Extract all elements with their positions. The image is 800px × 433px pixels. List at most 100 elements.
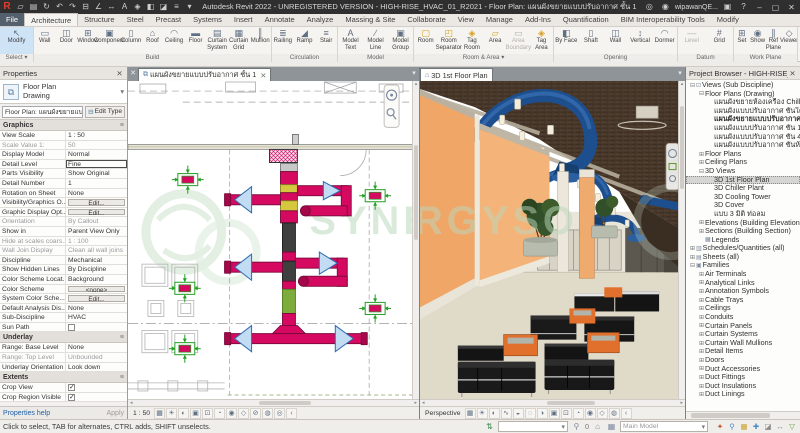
tree-item-cable-trays[interactable]: ⊞Cable Trays (686, 296, 800, 305)
default-3d-view-icon[interactable]: ◧ (144, 0, 157, 14)
threed-horizontal-scrollbar[interactable]: ◂▸ (420, 399, 685, 406)
view-type-combo[interactable]: Floor Plan: แผนผังขยายแบบปรับอากา ▾ (2, 106, 83, 118)
restore-button[interactable]: ▢ (769, 3, 782, 12)
wall-button[interactable]: ◫Wall (603, 27, 628, 54)
curtain-grid-button[interactable]: ▦Curtain Grid (228, 27, 250, 54)
tree-item-doors[interactable]: ⊞Doors (686, 356, 800, 365)
edit-type-button[interactable]: ⊟ Edit Type (85, 106, 125, 118)
tab-list-icon[interactable]: ▾ (675, 67, 685, 81)
tree-item-floor-plans-drawing[interactable]: ⊟Floor Plans (Drawing) (686, 90, 800, 99)
tree-item-sheets-all[interactable]: ⊞▤Sheets (all) (686, 253, 800, 262)
cart-icon[interactable]: ▣ (721, 0, 734, 14)
worksharing-display-icon[interactable]: ◍ (609, 408, 620, 419)
ribbon-tab-add-ins[interactable]: Add-Ins (519, 13, 557, 26)
design-options-grid-icon[interactable]: ▦ (606, 422, 617, 431)
tree-item-ceiling-plans[interactable]: ⊞Ceiling Plans (686, 158, 800, 167)
tree-item-duct-linings[interactable]: ⊞Duct Linings (686, 390, 800, 399)
mullion-button[interactable]: ║Mullion (249, 27, 271, 54)
section-collapse-icon[interactable]: ≡ (120, 374, 124, 381)
reveal-hidden-icon[interactable]: ◉ (585, 408, 596, 419)
aligned-dimension-icon[interactable]: ↔ (105, 0, 118, 14)
thin-lines-icon[interactable]: ≡ (170, 0, 183, 14)
tree-expander-icon[interactable]: ⊟ (698, 168, 705, 175)
apply-button[interactable]: Apply (106, 410, 124, 417)
properties-close-icon[interactable]: ✕ (115, 69, 124, 78)
ribbon-tab-steel[interactable]: Steel (121, 13, 150, 26)
room-separator-button[interactable]: ◰Room Separator (437, 27, 460, 54)
wall-button[interactable]: ▭Wall (34, 27, 56, 54)
tree-expander-icon[interactable]: ⊞ (698, 271, 705, 278)
railing-button[interactable]: ≣Railing (272, 27, 294, 54)
tag-area-button[interactable]: ◈Tag Area (530, 27, 553, 54)
show-button[interactable]: ◉Show (750, 27, 766, 54)
worksharing-request-icon[interactable]: ✦ (715, 422, 725, 431)
sketchy-lines-icon[interactable]: ∿ (501, 408, 512, 419)
crop-view-icon[interactable]: ▣ (190, 408, 201, 419)
show-crop-icon[interactable]: ⊡ (561, 408, 572, 419)
property-value[interactable]: Show Original (66, 169, 127, 178)
property-edit-button[interactable]: Edit... (68, 209, 125, 216)
property-edit-button[interactable]: Edit... (68, 295, 125, 302)
tree-item-1[interactable]: แผนผังแบบปรับอากาศ ชั้น 1 (686, 124, 800, 133)
properties-section-graphics[interactable]: Graphics≡ (0, 120, 127, 131)
temporary-hide-isolate-icon[interactable]: ◔ (214, 408, 225, 419)
tree-expander-icon[interactable]: ⊞ (689, 254, 696, 261)
tab-list-icon[interactable]: ▾ (409, 67, 419, 81)
open-icon[interactable]: ▱ (14, 0, 27, 14)
ribbon-tab-manage[interactable]: Manage (480, 13, 519, 26)
curtain-system-button[interactable]: ▤Curtain System (206, 27, 228, 54)
section-icon[interactable]: ◪ (157, 0, 170, 14)
property-edit-button[interactable]: Edit... (68, 199, 125, 206)
undo-icon[interactable]: ↶ (53, 0, 66, 14)
property-checkbox[interactable] (68, 324, 75, 331)
show-constraints-icon[interactable]: ⊘ (250, 408, 261, 419)
tree-expander-icon[interactable]: ⊞ (698, 348, 705, 355)
threed-view-tab[interactable]: ⌂ 3D 1st Floor Plan (420, 68, 493, 81)
minimize-button[interactable]: – (753, 3, 766, 12)
tree-item-3[interactable]: แบบ 3 มิติ ท่อลม (686, 210, 800, 219)
active-workset-combo[interactable]: ▾ (498, 421, 568, 432)
threed-canvas[interactable]: RGYSO ▴ (420, 81, 685, 399)
ribbon-tab-bim-interoperability-tools[interactable]: BIM Interoperability Tools (615, 13, 711, 26)
tree-item-curtain-systems[interactable]: ⊞Curtain Systems (686, 330, 800, 339)
tree-expander-icon[interactable]: ⊞ (698, 288, 705, 295)
tree-item-curtain-wall-mullions[interactable]: ⊞Curtain Wall Mullions (686, 339, 800, 348)
tree-expander-icon[interactable]: ⊞ (698, 322, 705, 329)
tree-expander-icon[interactable]: ⊞ (689, 245, 696, 252)
ribbon-tab-analyze[interactable]: Analyze (301, 13, 340, 26)
sun-path-icon[interactable]: ☀ (166, 408, 177, 419)
viewer-button[interactable]: ◇Viewer (781, 27, 797, 54)
tree-expander-icon[interactable]: ⊞ (698, 151, 705, 158)
component-button[interactable]: ▣Component (99, 27, 121, 54)
type-selector[interactable]: ⧉ Floor Plan Drawing ▾ (0, 80, 127, 104)
section-collapse-icon[interactable]: ≡ (120, 334, 124, 341)
property-value[interactable]: HVAC (66, 313, 127, 322)
dormer-button[interactable]: ◠Dormer (652, 27, 677, 54)
model-line-button[interactable]: ∕Model Line (363, 27, 388, 54)
browser-horizontal-scrollbar[interactable] (686, 411, 800, 419)
shaft-button[interactable]: ▯Shaft (579, 27, 604, 54)
tree-item-[interactable]: แผนผังแบบปรับอากาศ ชั้นใต้ดิน (686, 107, 800, 116)
property-value[interactable]: Mechanical (66, 256, 127, 265)
floor-button[interactable]: ▬Floor (185, 27, 207, 54)
close-button[interactable]: ✕ (785, 3, 798, 12)
tree-item-floor-plans[interactable]: ⊞Floor Plans (686, 150, 800, 159)
design-options-home-icon[interactable]: ⌂ (592, 422, 603, 431)
measure-icon[interactable]: ∠ (92, 0, 105, 14)
tree-expander-icon[interactable]: ⊞ (698, 383, 705, 390)
worksharing-display-icon[interactable]: ◍ (262, 408, 273, 419)
vertical-button[interactable]: ↕Vertical (628, 27, 653, 54)
search-icon[interactable]: ◎ (643, 0, 656, 14)
room-button[interactable]: ▢Room (414, 27, 437, 54)
tree-item-duct-fittings[interactable]: ⊞Duct Fittings (686, 373, 800, 382)
area-button[interactable]: ▱Area (484, 27, 507, 54)
temporary-hide-isolate-icon[interactable]: ◔ (573, 408, 584, 419)
roof-button[interactable]: ⌂Roof (142, 27, 164, 54)
property-value[interactable]: By Discipline (66, 265, 127, 274)
property-value[interactable]: None (66, 343, 127, 352)
ribbon-tab-quantification[interactable]: Quantification (557, 13, 615, 26)
tree-expander-icon[interactable]: ⊞ (698, 391, 705, 398)
tree-expander-icon[interactable]: ⊟ (689, 82, 696, 89)
tab-group-close-icon[interactable]: ✕ (128, 67, 138, 81)
temporary-view-properties-icon[interactable]: ◇ (238, 408, 249, 419)
